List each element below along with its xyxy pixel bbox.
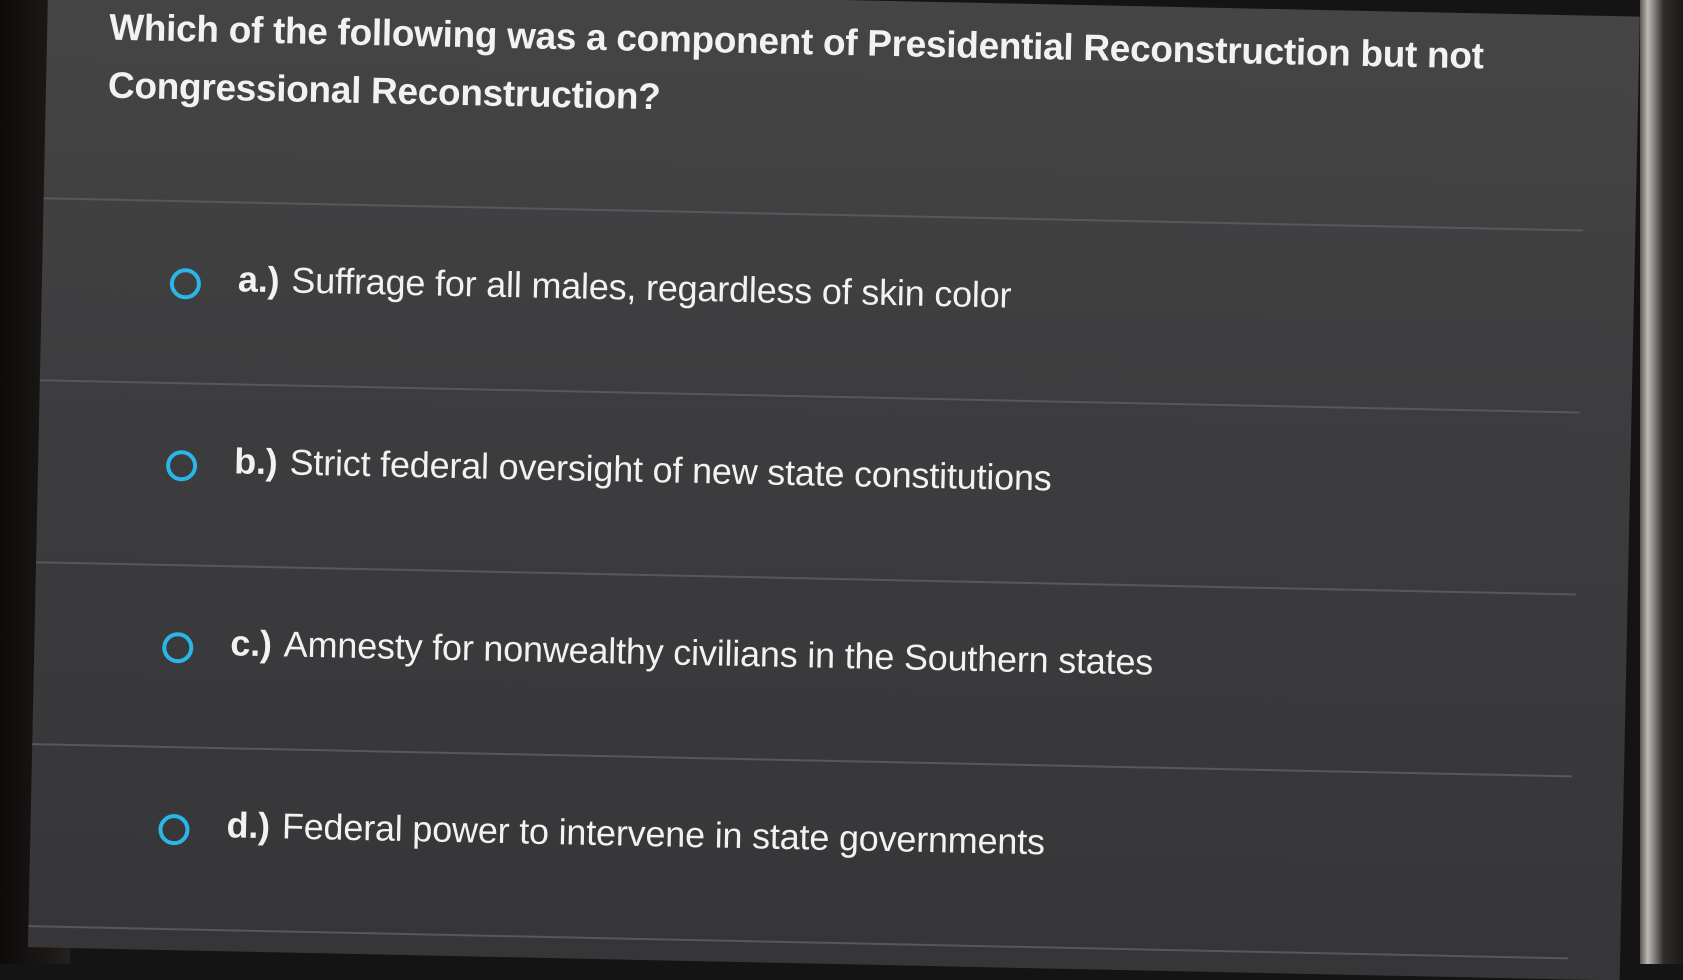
- option-d-letter: d.): [226, 804, 271, 847]
- option-d-text: Federal power to intervene in state gove…: [281, 805, 1046, 863]
- answer-options: a.) Suffrage for all males, regardless of…: [28, 197, 1635, 960]
- quiz-screen: Which of the following was a component o…: [27, 0, 1640, 980]
- option-b-text: Strict federal oversight of new state co…: [289, 441, 1053, 499]
- option-c[interactable]: c.) Amnesty for nonwealthy civilians in t…: [32, 563, 1575, 775]
- option-c-text: Amnesty for nonwealthy civilians in the …: [283, 623, 1154, 683]
- option-a[interactable]: a.) Suffrage for all males, regardless of…: [40, 199, 1583, 411]
- option-b-label[interactable]: b.) Strict federal oversight of new state…: [234, 440, 1052, 499]
- option-a-text: Suffrage for all males, regardless of sk…: [291, 259, 1012, 316]
- option-a-letter: a.): [237, 258, 280, 301]
- radio-button-b[interactable]: [165, 449, 198, 482]
- option-c-label[interactable]: c.) Amnesty for nonwealthy civilians in t…: [230, 622, 1154, 683]
- option-b[interactable]: b.) Strict federal oversight of new state…: [36, 381, 1579, 593]
- option-b-letter: b.): [233, 440, 279, 483]
- radio-button-c[interactable]: [161, 631, 194, 664]
- option-a-label[interactable]: a.) Suffrage for all males, regardless of…: [238, 258, 1012, 316]
- radio-button-a[interactable]: [169, 267, 202, 300]
- option-d-label[interactable]: d.) Federal power to intervene in state g…: [226, 804, 1045, 863]
- option-c-letter: c.): [229, 622, 273, 665]
- question-text: Which of the following was a component o…: [107, 6, 1485, 118]
- radio-button-d[interactable]: [158, 813, 190, 846]
- option-d[interactable]: d.) Federal power to intervene in state g…: [28, 745, 1571, 957]
- monitor-bezel-right: [1640, 0, 1683, 964]
